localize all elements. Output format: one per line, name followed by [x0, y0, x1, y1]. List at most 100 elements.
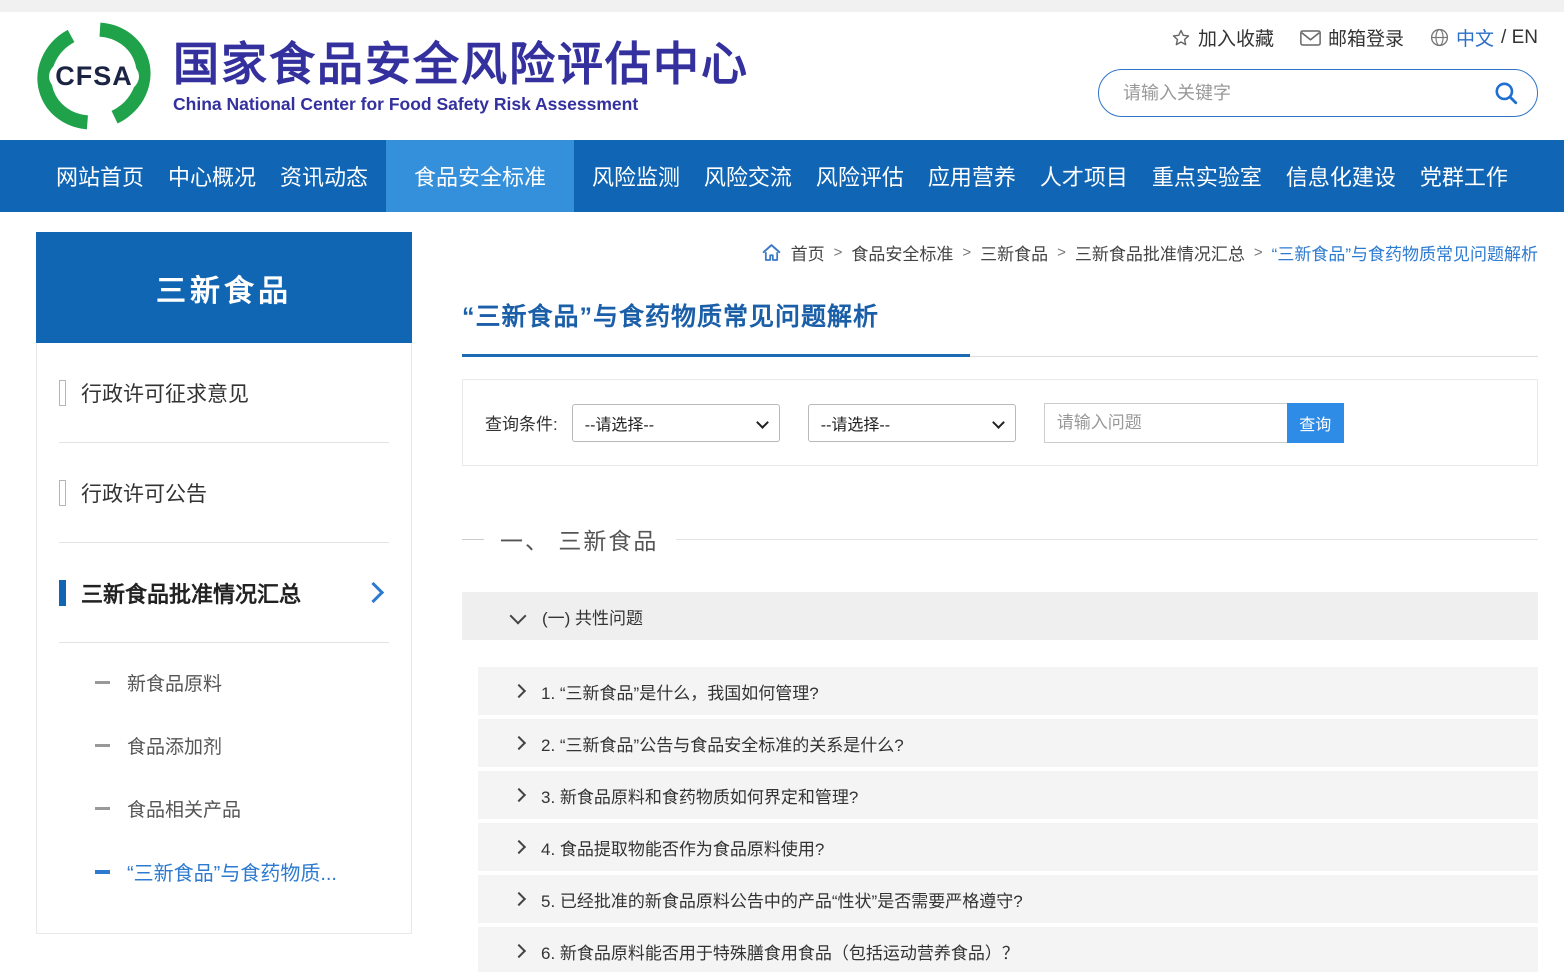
faq-question: 1. “三新食品”是什么，我国如何管理? [541, 679, 819, 704]
search-icon[interactable] [1493, 80, 1519, 106]
item-marker [59, 580, 66, 606]
faq-item-4[interactable]: 4. 食品提取物能否作为食品原料使用? [478, 823, 1538, 871]
heading-right-rule [676, 539, 1538, 540]
nav-item-talent-program[interactable]: 人才项目 [1034, 140, 1134, 212]
chevron-right-icon [363, 582, 384, 603]
lang-en[interactable]: / EN [1501, 27, 1538, 49]
breadcrumb-approval-summary[interactable]: 三新食品批准情况汇总 [1075, 240, 1245, 265]
sidebar-item-label: 行政许可征求意见 [81, 378, 249, 408]
question-input[interactable] [1044, 403, 1287, 443]
site-title-zh: 国家食品安全风险评估中心 [173, 38, 749, 90]
breadcrumb-food-safety-standards[interactable]: 食品安全标准 [851, 240, 953, 265]
item-marker [59, 380, 66, 406]
chevron-down-icon [992, 416, 1005, 429]
dash-icon [95, 870, 110, 874]
main-area: 三新食品 行政许可征求意见 行政许可公告 三新食品批准情况汇总 新食品原料 [0, 212, 1564, 972]
sidebar-subitem-new-food-ingredients[interactable]: 新食品原料 [37, 651, 411, 714]
nav-item-risk-communication[interactable]: 风险交流 [698, 140, 798, 212]
section-title: 一、 三新食品 [500, 522, 658, 556]
subitem-label: 食品添加剂 [127, 732, 222, 759]
query-form: 查询条件: --请选择-- --请选择-- 查询 [462, 379, 1538, 466]
query-input-group: 查询 [1044, 403, 1344, 443]
chevron-right-icon [512, 944, 526, 958]
sidebar-item-label: 行政许可公告 [81, 478, 207, 508]
nav-item-overview[interactable]: 中心概况 [162, 140, 262, 212]
sidebar-subitem-food-related-products[interactable]: 食品相关产品 [37, 777, 411, 840]
sidebar-item-approval-summary[interactable]: 三新食品批准情况汇总 [59, 543, 389, 643]
site-search [1098, 69, 1538, 117]
faq-item-6[interactable]: 6. 新食品原料能否用于特殊膳食用食品（包括运动营养食品）？ [478, 927, 1538, 972]
breadcrumb-separator: > [1057, 244, 1066, 261]
subitem-label: “三新食品”与食药物质... [127, 857, 337, 886]
top-strip [0, 0, 1564, 12]
breadcrumb-separator: > [962, 244, 971, 261]
brand-block: 国家食品安全风险评估中心 China National Center for F… [173, 38, 749, 115]
cfsa-logo-icon: CFSA [35, 22, 153, 130]
faq-item-5[interactable]: 5. 已经批准的新食品原料公告中的产品“性状”是否需要严格遵守? [478, 875, 1538, 923]
faq-question: 4. 食品提取物能否作为食品原料使用? [541, 835, 824, 860]
breadcrumb-home[interactable]: 首页 [791, 240, 825, 265]
main-nav: 网站首页 中心概况 资讯动态 食品安全标准 风险监测 风险交流 风险评估 应用营… [0, 140, 1564, 212]
nav-item-risk-assessment[interactable]: 风险评估 [810, 140, 910, 212]
select-value: --请选择-- [585, 411, 654, 435]
nav-item-informatization[interactable]: 信息化建设 [1280, 140, 1402, 212]
star-icon [1171, 28, 1191, 48]
mail-login-link[interactable]: 邮箱登录 [1300, 24, 1404, 51]
chevron-right-icon [512, 736, 526, 750]
faq-question: 3. 新食品原料和食药物质如何界定和管理? [541, 783, 858, 808]
nav-item-applied-nutrition[interactable]: 应用营养 [922, 140, 1022, 212]
nav-item-party-work[interactable]: 党群工作 [1414, 140, 1514, 212]
page-title: “三新食品”与食药物质常见问题解析 [462, 297, 1538, 333]
sidebar-subitem-food-additives[interactable]: 食品添加剂 [37, 714, 411, 777]
favorite-label: 加入收藏 [1198, 24, 1274, 51]
sidebar-item-permit-announcements[interactable]: 行政许可公告 [59, 443, 389, 543]
faq-item-3[interactable]: 3. 新食品原料和食药物质如何界定和管理? [478, 771, 1538, 819]
mail-icon [1300, 30, 1321, 46]
sidebar-subitem-faq-current[interactable]: “三新食品”与食药物质... [37, 840, 411, 903]
sidebar-menu: 行政许可征求意见 行政许可公告 三新食品批准情况汇总 新食品原料 食品添加剂 [36, 343, 412, 934]
faq-list: 1. “三新食品”是什么，我国如何管理? 2. “三新食品”公告与食品安全标准的… [478, 667, 1538, 972]
subitem-label: 食品相关产品 [127, 795, 241, 822]
query-button[interactable]: 查询 [1287, 403, 1344, 443]
query-select-1[interactable]: --请选择-- [572, 404, 780, 442]
faq-item-2[interactable]: 2. “三新食品”公告与食品安全标准的关系是什么? [478, 719, 1538, 767]
nav-item-key-laboratory[interactable]: 重点实验室 [1146, 140, 1268, 212]
home-icon[interactable] [761, 243, 782, 263]
sidebar: 三新食品 行政许可征求意见 行政许可公告 三新食品批准情况汇总 新食品原料 [36, 232, 412, 972]
faq-item-1[interactable]: 1. “三新食品”是什么，我国如何管理? [478, 667, 1538, 715]
sidebar-item-permit-comments[interactable]: 行政许可征求意见 [59, 343, 389, 443]
breadcrumb: 首页 > 食品安全标准 > 三新食品 > 三新食品批准情况汇总 > “三新食品”… [462, 240, 1538, 265]
breadcrumb-separator: > [1254, 244, 1263, 261]
chevron-right-icon [512, 892, 526, 906]
sidebar-item-label: 三新食品批准情况汇总 [81, 577, 366, 609]
select-value: --请选择-- [821, 411, 890, 435]
site-header: CFSA 国家食品安全风险评估中心 China National Center … [0, 12, 1564, 140]
nav-item-food-safety-standards[interactable]: 食品安全标准 [386, 140, 574, 212]
nav-item-home[interactable]: 网站首页 [50, 140, 150, 212]
dash-icon [95, 681, 110, 684]
lang-zh[interactable]: 中文 [1456, 24, 1494, 51]
chevron-right-icon [512, 788, 526, 802]
logo[interactable]: CFSA 国家食品安全风险评估中心 China National Center … [35, 22, 749, 130]
search-input[interactable] [1121, 82, 1493, 105]
chevron-down-icon [510, 608, 527, 625]
nav-item-risk-monitoring[interactable]: 风险监测 [586, 140, 686, 212]
faq-question: 2. “三新食品”公告与食品安全标准的关系是什么? [541, 731, 904, 756]
nav-item-news[interactable]: 资讯动态 [274, 140, 374, 212]
subitem-label: 新食品原料 [127, 669, 222, 696]
language-switch[interactable]: 中文 / EN [1430, 24, 1538, 51]
quick-links: 加入收藏 邮箱登录 中文 / EN [1098, 24, 1538, 51]
accordion-common-questions[interactable]: (一) 共性问题 [462, 592, 1538, 640]
dash-icon [95, 807, 110, 810]
dash-icon [95, 744, 110, 747]
favorite-link[interactable]: 加入收藏 [1171, 24, 1274, 51]
breadcrumb-three-new-foods[interactable]: 三新食品 [980, 240, 1048, 265]
heading-left-rule [462, 539, 484, 540]
globe-icon [1430, 28, 1449, 47]
breadcrumb-separator: > [834, 244, 843, 261]
site-title-en: China National Center for Food Safety Ri… [173, 94, 749, 115]
content: 首页 > 食品安全标准 > 三新食品 > 三新食品批准情况汇总 > “三新食品”… [462, 232, 1538, 972]
breadcrumb-current-page: “三新食品”与食药物质常见问题解析 [1272, 240, 1538, 265]
faq-question: 6. 新食品原料能否用于特殊膳食用食品（包括运动营养食品）？ [541, 939, 1019, 964]
query-select-2[interactable]: --请选择-- [808, 404, 1016, 442]
